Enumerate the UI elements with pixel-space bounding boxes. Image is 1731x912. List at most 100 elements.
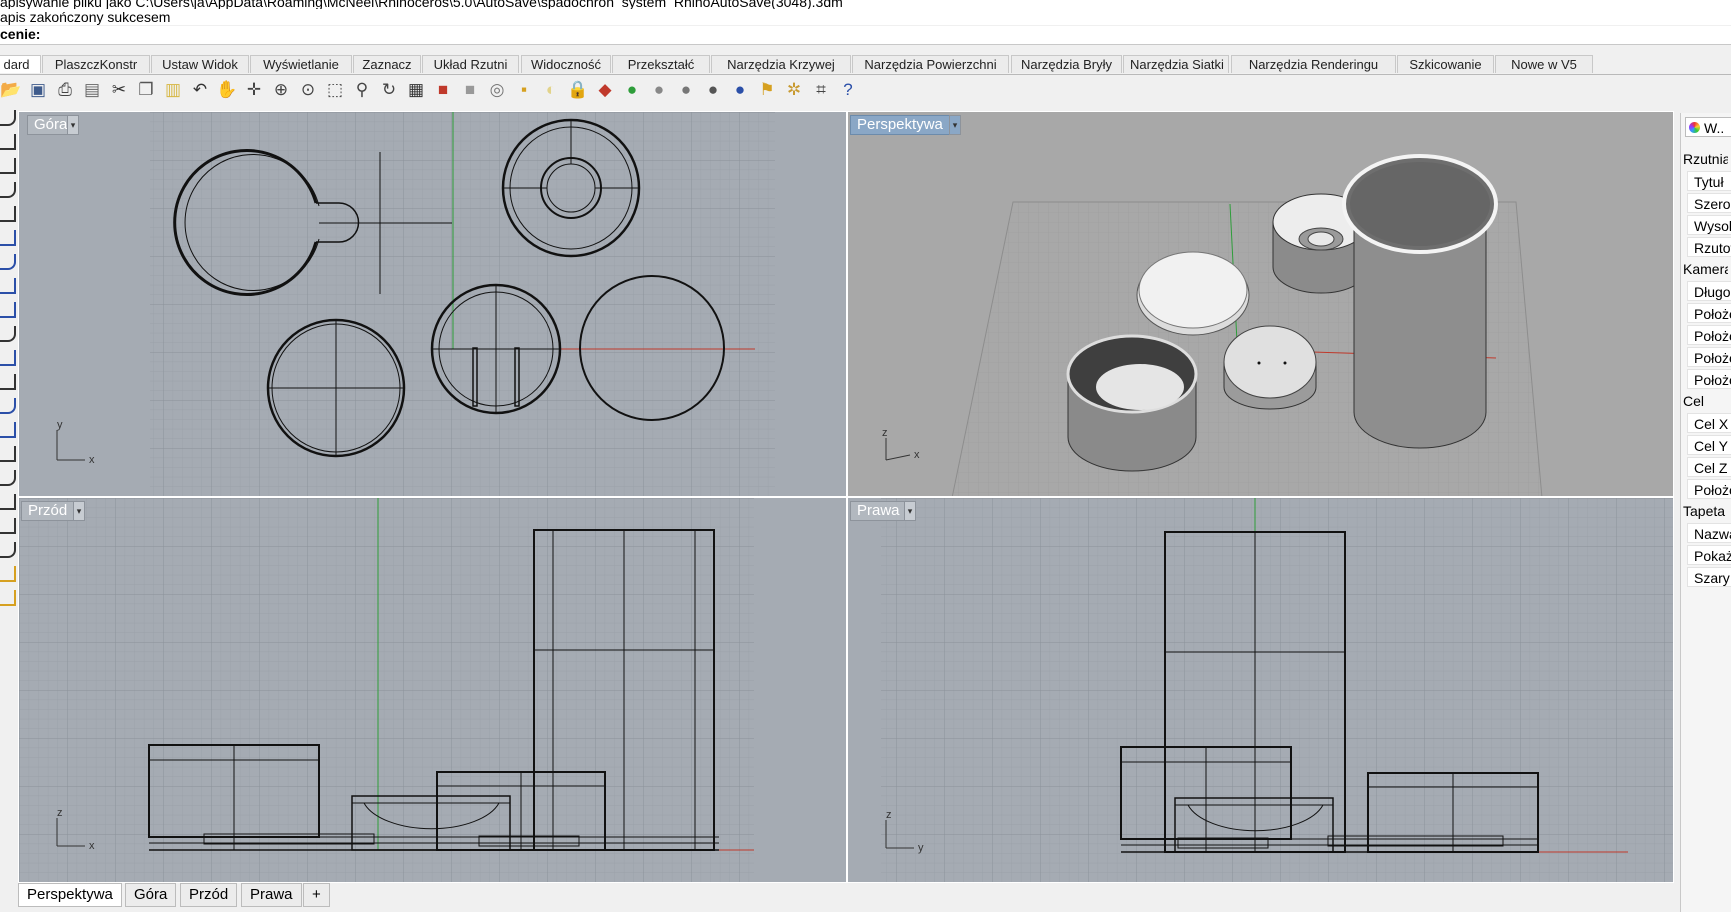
viewport-front[interactable]: z x Przód ▾ <box>18 497 847 883</box>
zoom-icon[interactable]: ⊕ <box>270 79 292 101</box>
viewport-tab-3[interactable]: Przód <box>180 883 238 907</box>
panel-field[interactable]: Tytuł <box>1687 171 1731 191</box>
viewport-front-canvas[interactable]: z x <box>19 498 847 883</box>
toolbar-tab-8[interactable]: Przekształć <box>612 55 710 73</box>
zoom-window-icon[interactable]: ⊙ <box>297 79 319 101</box>
pan-hand-icon[interactable]: ✋ <box>216 79 238 101</box>
object-snap-icon[interactable]: ▪ <box>513 79 535 101</box>
extrude-icon[interactable] <box>0 278 16 294</box>
toolbar-tab-2[interactable]: PlaszczKonstr <box>42 55 150 73</box>
grid-layout-icon[interactable]: ▦ <box>405 79 427 101</box>
panel-field[interactable]: Wysokość <box>1687 215 1731 235</box>
viewport-right-canvas[interactable]: z y <box>848 498 1674 883</box>
viewport-menu-top[interactable]: ▾ <box>67 115 79 135</box>
panel-field[interactable]: Szerokość <box>1687 193 1731 213</box>
viewport-top[interactable]: y x Góra ▾ <box>18 111 847 497</box>
curve-tool-icon[interactable] <box>0 206 16 222</box>
toolbar-tab-5[interactable]: Zaznacz <box>353 55 421 73</box>
target-icon[interactable]: ◎ <box>486 79 508 101</box>
viewport-right[interactable]: z y Prawa ▾ <box>847 497 1674 883</box>
panel-field[interactable]: Cel Y <box>1687 435 1731 455</box>
layer-icon[interactable]: ◆ <box>594 79 616 101</box>
surface-icon[interactable] <box>0 230 16 246</box>
panel-field[interactable]: Położenie <box>1687 347 1731 367</box>
shaded-sphere-icon[interactable]: ● <box>675 79 697 101</box>
properties-tab[interactable]: W.. <box>1685 117 1731 137</box>
viewport-menu-perspective[interactable]: ▾ <box>949 115 961 135</box>
gear-icon[interactable]: ✲ <box>783 79 805 101</box>
curve-icon[interactable] <box>0 110 16 126</box>
panel-field[interactable]: Położenie <box>1687 479 1731 499</box>
join-icon[interactable] <box>0 566 16 582</box>
print-icon[interactable]: ⎙ <box>54 79 76 101</box>
panel-field[interactable]: Pokaż <box>1687 545 1731 565</box>
viewport-menu-right[interactable]: ▾ <box>904 501 916 521</box>
toolbar-tab-4[interactable]: Wyświetlanie <box>250 55 352 73</box>
viewport-perspective[interactable]: z x Perspektywa ▾ <box>847 111 1674 497</box>
light-bulb-icon[interactable]: ◐ <box>540 79 562 101</box>
toolbar-tab-12[interactable]: Narzędzia Siatki <box>1123 55 1229 73</box>
viewport-perspective-canvas[interactable]: z x <box>848 112 1674 497</box>
open-icon[interactable]: 📂 <box>0 79 22 101</box>
viewport-title-right[interactable]: Prawa <box>850 501 907 521</box>
viewport-top-canvas[interactable]: y x <box>19 112 847 497</box>
panel-field[interactable]: Nazwa <box>1687 523 1731 543</box>
viewport-tab-2[interactable]: Góra <box>125 883 177 907</box>
polyline-icon[interactable] <box>0 134 16 150</box>
toolbar-tab-1[interactable]: dard <box>0 55 41 73</box>
trim-icon[interactable] <box>0 326 16 342</box>
panel-field[interactable]: Długość <box>1687 281 1731 301</box>
save-icon[interactable]: ▣ <box>27 79 49 101</box>
panel-field[interactable]: Położenie <box>1687 325 1731 345</box>
blue-sphere-icon[interactable]: ● <box>729 79 751 101</box>
toolbar-tab-15[interactable]: Nowe w V5 <box>1495 55 1593 73</box>
panel-field[interactable]: Położenie <box>1687 369 1731 389</box>
fillet-icon[interactable] <box>0 302 16 318</box>
panel-field[interactable]: Położenie <box>1687 303 1731 323</box>
color-wheel-icon[interactable]: ● <box>621 79 643 101</box>
render-sphere-icon[interactable]: ● <box>648 79 670 101</box>
panel-field[interactable]: Cel Z <box>1687 457 1731 477</box>
toolbar-tab-13[interactable]: Narzędzia Renderingu <box>1231 55 1396 73</box>
rectangle-icon[interactable] <box>0 182 16 198</box>
toolbar-tab-6[interactable]: Układ Rzutni <box>422 55 519 73</box>
move-view-icon[interactable]: ✛ <box>243 79 265 101</box>
add-viewport-button[interactable]: + <box>303 883 330 907</box>
arc-icon[interactable] <box>0 158 16 174</box>
move-icon[interactable] <box>0 374 16 390</box>
paste-icon[interactable]: ▥ <box>162 79 184 101</box>
toolbar-tab-11[interactable]: Narzędzia Bryły <box>1011 55 1122 73</box>
help-icon[interactable]: ? <box>837 79 859 101</box>
viewport-tab-1[interactable]: Perspektywa <box>18 883 122 907</box>
dimension-icon[interactable] <box>0 446 16 462</box>
sphere-icon[interactable] <box>0 254 16 270</box>
car-icon[interactable]: ■ <box>432 79 454 101</box>
panel-field[interactable]: Szary <box>1687 567 1731 587</box>
panel-field[interactable]: Cel X <box>1687 413 1731 433</box>
toolbar-tab-9[interactable]: Narzędzia Krzywej <box>711 55 851 73</box>
point-icon[interactable] <box>0 350 16 366</box>
zoom-extents-icon[interactable]: ⬚ <box>324 79 346 101</box>
mirror-icon[interactable] <box>0 542 16 558</box>
annotation-icon[interactable] <box>0 518 16 534</box>
viewport-menu-front[interactable]: ▾ <box>73 501 85 521</box>
scale-icon[interactable] <box>0 398 16 414</box>
car-shaded-icon[interactable]: ■ <box>459 79 481 101</box>
toolbar-tab-14[interactable]: Szkicowanie <box>1397 55 1494 73</box>
rotate-view-icon[interactable]: ↻ <box>378 79 400 101</box>
layer-tool-icon[interactable] <box>0 494 16 510</box>
viewport-title-perspective[interactable]: Perspektywa <box>850 115 950 135</box>
flag-icon[interactable]: ⚑ <box>756 79 778 101</box>
lock-icon[interactable]: 🔒 <box>567 79 589 101</box>
chrome-sphere-icon[interactable]: ● <box>702 79 724 101</box>
panel-field[interactable]: Rzutowanie <box>1687 237 1731 257</box>
cut-icon[interactable]: ✂ <box>108 79 130 101</box>
toolbar-tab-10[interactable]: Narzędzia Powierzchni <box>852 55 1009 73</box>
toolbar-tab-3[interactable]: Ustaw Widok <box>151 55 249 73</box>
viewport-title-front[interactable]: Przód <box>21 501 75 521</box>
zoom-selected-icon[interactable]: ⚲ <box>351 79 373 101</box>
import-icon[interactable]: ▤ <box>81 79 103 101</box>
copy-icon[interactable]: ❐ <box>135 79 157 101</box>
undo-icon[interactable]: ↶ <box>189 79 211 101</box>
dimension-icon[interactable]: ⌗ <box>810 79 832 101</box>
